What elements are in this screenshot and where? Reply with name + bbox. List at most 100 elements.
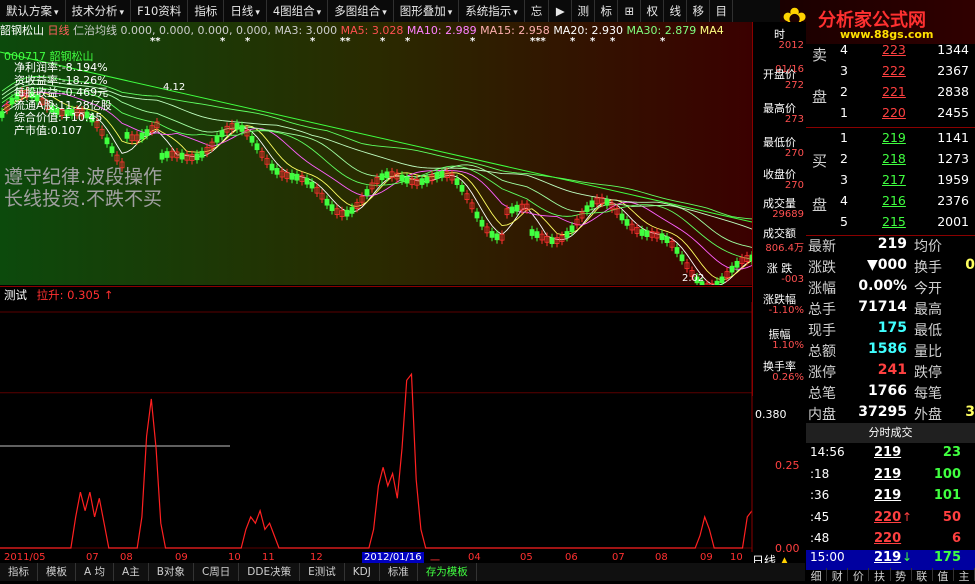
side-tab[interactable]: 财 [827, 568, 849, 583]
toolbar-tool-button[interactable]: 目 [710, 0, 734, 22]
toolbar-tool-button[interactable]: 标 [595, 0, 619, 22]
toolbar-tool-button[interactable]: ▶ [549, 0, 573, 22]
bottom-tab[interactable]: 存为模板 [418, 563, 477, 581]
toolbar-menu-0[interactable]: 默认方案 ▾ [0, 0, 66, 22]
toolbar-menu-5[interactable]: 4图组合 ▾ [267, 0, 329, 22]
order-book-sell-row[interactable]: 3 222 2367 [806, 63, 975, 84]
y-axis-mid-label: 0.25 [775, 459, 800, 472]
chevron-down-icon: ▾ [382, 8, 387, 18]
candle-body [249, 136, 255, 143]
side-tab[interactable]: 扶 [869, 568, 891, 583]
candle-body [349, 207, 355, 214]
signal-mark: *** [530, 36, 546, 47]
toolbar-tool-icon: 标 [600, 4, 613, 18]
order-volume: 2455 [937, 105, 969, 120]
bottom-tab[interactable]: E测试 [300, 563, 345, 581]
x-axis-tick-label: 12 [310, 552, 323, 563]
x-axis-tick-label: 05 [520, 552, 533, 563]
order-book-buy-row[interactable]: 3 217 1959 [806, 172, 975, 193]
candle-body [364, 189, 370, 196]
side-tab[interactable]: 细 [806, 568, 828, 583]
toolbar-tool-icon: ▶ [555, 4, 565, 18]
fundamental-item: 每股收益:-0.469元 [14, 86, 109, 99]
side-tab[interactable]: 势 [891, 568, 912, 583]
toolbar-tool-button[interactable]: 权 [641, 0, 665, 22]
tick-row: 14:56 219 23 [806, 445, 975, 465]
tick-price: 220 [874, 510, 902, 525]
candle-body [294, 173, 300, 181]
toolbar-menu-label: 日线 [230, 4, 254, 18]
tick-time: :36 [810, 488, 830, 502]
bottom-tab[interactable]: A主 [114, 563, 149, 581]
side-tab[interactable]: 值 [933, 568, 954, 583]
quote-value: 37295 [858, 404, 907, 420]
order-book-sell-row[interactable]: 2 221 2838 [806, 84, 975, 105]
tick-volume: 23 [942, 445, 961, 460]
price-low-label: 2.02 [682, 273, 705, 284]
chart-area[interactable]: 韶钢松山 日线 仁治均线 0.000, 0.000, 0.000, 0.000,… [0, 22, 800, 555]
bottom-tab[interactable]: C周日 [194, 563, 240, 581]
watermark-line: 长线投资.不跌不买 [4, 188, 163, 210]
tick-row: 15:00 219 ↓ 175 [806, 550, 975, 570]
x-axis-tick-label: 09 [700, 552, 713, 563]
toolbar-menu-4[interactable]: 日线 ▾ [224, 0, 267, 22]
toolbar-menu-9[interactable]: 忘 [525, 0, 550, 22]
candle-body [384, 171, 390, 179]
candle-body [619, 213, 625, 221]
order-book-sell-row[interactable]: 4 223 1344 [806, 42, 975, 63]
toolbar-menu-6[interactable]: 多图组合 ▾ [328, 0, 394, 22]
bottom-tab[interactable]: DDE决策 [239, 563, 301, 581]
order-level: 3 [840, 63, 848, 78]
toolbar-tool-button[interactable]: 线 [664, 0, 688, 22]
bottom-tab[interactable]: B对象 [149, 563, 194, 581]
tick-row: :18 219 100 [806, 467, 975, 487]
x-axis-tick-label: 2012/01/16 [362, 552, 424, 563]
bar-detail-value: 270 [784, 148, 804, 159]
toolbar-menu-8[interactable]: 系统指示 ▾ [459, 0, 525, 22]
candle-body [549, 237, 555, 244]
kline-chart[interactable]: 韶钢松山 日线 仁治均线 0.000, 0.000, 0.000, 0.000,… [0, 22, 752, 285]
toolbar-tool-button[interactable]: ⊞ [618, 0, 642, 22]
side-tab[interactable]: 主 [954, 568, 975, 583]
candle-body [274, 168, 280, 175]
bottom-tab[interactable]: KDJ [345, 563, 380, 581]
toolbar-menu-7[interactable]: 图形叠加 ▾ [394, 0, 460, 22]
kline-svg [0, 22, 752, 285]
toolbar-menu-label: F10资料 [137, 4, 182, 18]
candle-body [214, 135, 220, 143]
order-book-buy-row[interactable]: 4 216 2376 [806, 193, 975, 214]
toolbar-tool-button[interactable]: 测 [572, 0, 596, 22]
quote-row: 涨停 241 跌停 [806, 362, 975, 383]
tick-price: 219 [874, 445, 902, 460]
bottom-tab[interactable]: 标准 [380, 563, 418, 581]
bottom-tab[interactable]: A 均 [76, 563, 115, 581]
order-book-buy-row[interactable]: 5 215 2001 [806, 214, 975, 235]
tick-price: 219 [874, 488, 902, 503]
order-book-sell-row[interactable]: 1 220 2455 [806, 105, 975, 126]
order-book-buy-row[interactable]: 2 218 1273 [806, 151, 975, 172]
order-level: 2 [840, 151, 848, 166]
side-tab[interactable]: 联 [912, 568, 933, 583]
tick-row: :48 220 6 [806, 531, 975, 551]
order-book-buy-row[interactable]: 1 219 1141 [806, 130, 975, 151]
toolbar-menu-1[interactable]: 技术分析 ▾ [66, 0, 132, 22]
y-axis-top-label: 0.380 [755, 408, 795, 421]
x-axis-tick-label: 2011/05 [4, 552, 46, 563]
side-tab[interactable]: 价 [848, 568, 870, 583]
bar-detail-value: 273 [784, 114, 804, 125]
toolbar-tool-button[interactable]: 移 [687, 0, 711, 22]
sub-chart-indicator: 拉升: 0.305 [36, 288, 101, 302]
quote-label: 最新 [808, 239, 836, 255]
bottom-tab[interactable]: 模板 [38, 563, 76, 581]
toolbar-menu-label: 多图组合 [334, 4, 381, 18]
toolbar-menu-2[interactable]: F10资料 [131, 0, 189, 22]
order-level: 4 [840, 42, 848, 57]
indicator-chart[interactable] [0, 302, 805, 552]
bottom-tab[interactable]: 指标 [0, 563, 38, 581]
tick-time: :18 [810, 467, 830, 481]
toolbar-menu-3[interactable]: 指标 [188, 0, 225, 22]
toolbar-menu-label: 忘 [530, 4, 543, 18]
order-price: 216 [882, 193, 906, 208]
quote-value: 241 [877, 362, 907, 378]
quote-row: 总额 1586 量比 [806, 341, 975, 362]
